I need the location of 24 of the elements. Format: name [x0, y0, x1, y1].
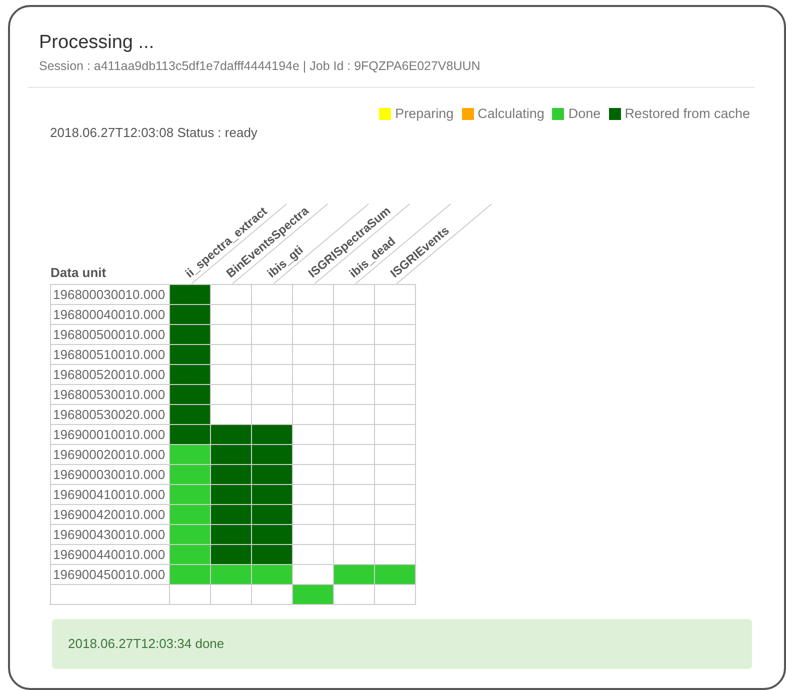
- page-title: Processing ...: [39, 32, 156, 54]
- table-cell: 196900420010.000: [50, 504, 170, 524]
- table-cell: 196900430010.000: [50, 524, 170, 544]
- table-cell: 196800510010.000: [50, 344, 170, 364]
- table-cell: 196900450010.000: [50, 564, 170, 584]
- legend-label: Calculating: [478, 106, 544, 121]
- table-cell: 196800030010.000: [50, 284, 170, 304]
- column-header: Data unit: [50, 265, 106, 280]
- table-cell: 196800530010.000: [50, 384, 170, 404]
- table-cell: 196900020010.000: [50, 444, 170, 464]
- table-cell: 196900410010.000: [50, 484, 170, 504]
- session-info: Session : a411aa9db113c5df1e7dafff4444194e | Job Id : 9FQZPA6E027V8UUN: [39, 59, 482, 73]
- done-message: 2018.06.27T12:03:34 done: [52, 619, 752, 669]
- table-cell: 196900010010.000: [50, 424, 170, 444]
- legend-label: Preparing: [395, 106, 454, 121]
- status-text: 2018.06.27T12:03:08 Status : ready: [50, 125, 258, 140]
- table-cell: 196800520010.000: [50, 364, 170, 384]
- table-cell: 196800040010.000: [50, 304, 170, 324]
- table-cell: 196800500010.000: [50, 324, 170, 344]
- table-cell: 196800530020.000: [50, 404, 170, 424]
- legend-label: Done: [568, 106, 601, 121]
- table-cell: 196900440010.000: [50, 544, 170, 564]
- legend-label: Restored from cache: [624, 106, 750, 121]
- table-cell: 196900030010.000: [50, 464, 170, 484]
